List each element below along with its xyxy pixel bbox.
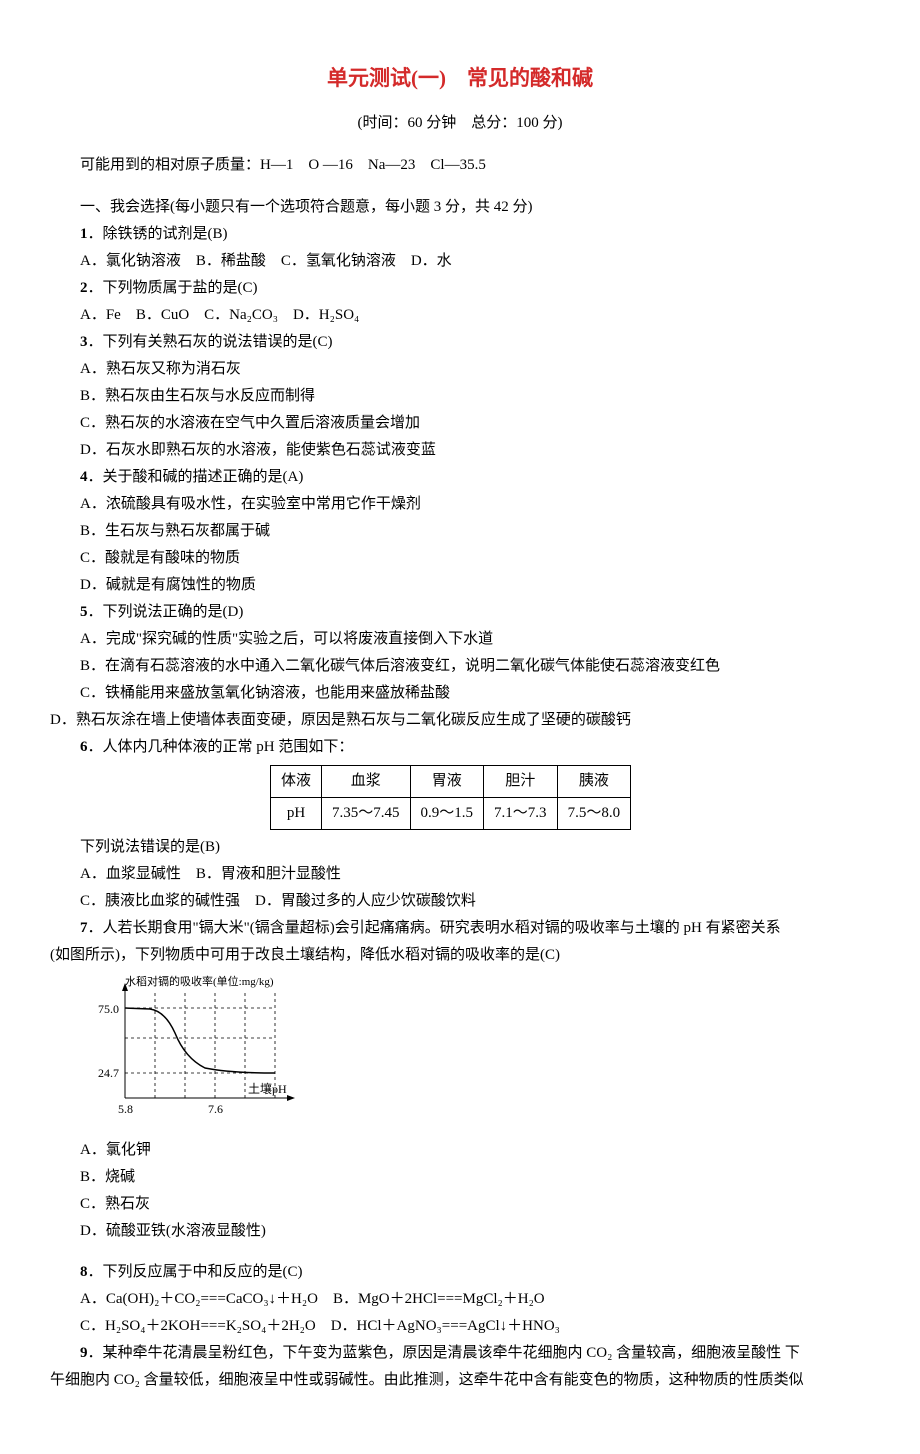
q3-stem: 3．下列有关熟石灰的说法错误的是(C) (50, 329, 870, 356)
th-gastric: 胃液 (410, 765, 484, 797)
table-row: pH 7.35～7.45 0.9～1.5 7.1～7.3 7.5～8.0 (271, 797, 631, 829)
q4-num: 4 (80, 469, 88, 485)
q6-ab: A．血浆显碱性 B．胃液和胆汁显酸性 (50, 861, 870, 888)
q8-stem: 8．下列反应属于中和反应的是(C) (50, 1259, 870, 1286)
atomic-mass-note: 可能用到的相对原子质量：H—1 O —16 Na—23 Cl—35.5 (50, 152, 870, 179)
th-fluid: 体液 (271, 765, 322, 797)
q1-options: A．氯化钠溶液 B．稀盐酸 C．氢氧化钠溶液 D．水 (50, 248, 870, 275)
q2-stem: 2．下列物质属于盐的是(C) (50, 275, 870, 302)
ytick-75: 75.0 (98, 1002, 119, 1016)
q3-c: C．熟石灰的水溶液在空气中久置后溶液质量会增加 (50, 410, 870, 437)
q9-text1: ．某种牵牛花清晨呈粉红色，下午变为蓝紫色，原因是清晨该牵牛花细胞内 CO₂ 含量… (88, 1345, 800, 1361)
q8-ab: A．Ca(OH)₂＋CO₂===CaCO₃↓＋H₂O B．MgO＋2HCl===… (50, 1286, 870, 1313)
q3-text: ．下列有关熟石灰的说法错误的是(C) (88, 334, 333, 350)
q7-d: D．硫酸亚铁(水溶液显酸性) (50, 1218, 870, 1245)
absorption-chart-icon: 水稻对镉的吸收率(单位:mg/kg) 75.0 24.7 5.8 7.6 土壤p… (80, 973, 310, 1123)
q5-text: ．下列说法正确的是(D) (88, 604, 244, 620)
xlabel: 土壤pH (248, 1081, 287, 1096)
q7-a: A．氯化钾 (50, 1137, 870, 1164)
q6-sub: 下列说法错误的是(B) (50, 834, 870, 861)
q8-cd: C．H₂SO₄＋2KOH===K₂SO₄＋2H₂O D．HCl＋AgNO₃===… (50, 1313, 870, 1340)
q8-text: ．下列反应属于中和反应的是(C) (88, 1264, 303, 1280)
q7-b: B．烧碱 (50, 1164, 870, 1191)
q3-d: D．石灰水即熟石灰的水溶液，能使紫色石蕊试液变蓝 (50, 437, 870, 464)
q7-text1: ．人若长期食用"镉大米"(镉含量超标)会引起痛痛病。研究表明水稻对镉的吸收率与土… (88, 920, 781, 936)
q4-stem: 4．关于酸和碱的描述正确的是(A) (50, 464, 870, 491)
q5-b: B．在滴有石蕊溶液的水中通入二氧化碳气体后溶液变红，说明二氧化碳气体能使石蕊溶液… (50, 653, 870, 680)
q4-c: C．酸就是有酸味的物质 (50, 545, 870, 572)
q1-stem: 1．除铁锈的试剂是(B) (50, 221, 870, 248)
q7-stem-line2: (如图所示)，下列物质中可用于改良土壤结构，降低水稻对镉的吸收率的是(C) (50, 942, 870, 969)
td-ph: pH (271, 797, 322, 829)
q5-d: D．熟石灰涂在墙上使墙体表面变硬，原因是熟石灰与二氧化碳反应生成了坚硬的碳酸钙 (50, 707, 870, 734)
q3-b: B．熟石灰由生石灰与水反应而制得 (50, 383, 870, 410)
q8-num: 8 (80, 1264, 88, 1280)
th-pancreatic: 胰液 (557, 765, 631, 797)
q2-text: ．下列物质属于盐的是(C) (88, 280, 258, 296)
q4-text: ．关于酸和碱的描述正确的是(A) (88, 469, 304, 485)
q4-d: D．碱就是有腐蚀性的物质 (50, 572, 870, 599)
td-pancreatic: 7.5～8.0 (557, 797, 631, 829)
q7-chart: 水稻对镉的吸收率(单位:mg/kg) 75.0 24.7 5.8 7.6 土壤p… (80, 973, 870, 1133)
q9-line2: 午细胞内 CO₂ 含量较低，细胞液呈中性或弱碱性。由此推测，这牵牛花中含有能变色… (50, 1367, 870, 1394)
q3-num: 3 (80, 334, 88, 350)
q5-a: A．完成"探究碱的性质"实验之后，可以将废液直接倒入下水道 (50, 626, 870, 653)
q3-a: A．熟石灰又称为消石灰 (50, 356, 870, 383)
q4-a: A．浓硫酸具有吸水性，在实验室中常用它作干燥剂 (50, 491, 870, 518)
q7-c: C．熟石灰 (50, 1191, 870, 1218)
th-bile: 胆汁 (484, 765, 558, 797)
ytick-24-7: 24.7 (98, 1066, 119, 1080)
q1-text: ．除铁锈的试剂是(B) (88, 226, 228, 242)
chart-title: 水稻对镉的吸收率(单位:mg/kg) (125, 974, 274, 988)
q9-line1: 9．某种牵牛花清晨呈粉红色，下午变为蓝紫色，原因是清晨该牵牛花细胞内 CO₂ 含… (50, 1340, 870, 1367)
q6-table: 体液 血浆 胃液 胆汁 胰液 pH 7.35～7.45 0.9～1.5 7.1～… (270, 765, 631, 830)
q6-num: 6 (80, 739, 88, 755)
test-meta: (时间：60 分钟 总分：100 分) (50, 110, 870, 137)
td-bile: 7.1～7.3 (484, 797, 558, 829)
q6-stem: 6．人体内几种体液的正常 pH 范围如下： (50, 734, 870, 761)
q2-num: 2 (80, 280, 88, 296)
th-plasma: 血浆 (322, 765, 411, 797)
section-1-heading: 一、我会选择(每小题只有一个选项符合题意，每小题 3 分，共 42 分) (50, 194, 870, 221)
page-title: 单元测试(一) 常见的酸和碱 (50, 60, 870, 98)
q1-num: 1 (80, 226, 88, 242)
q9-num: 9 (80, 1345, 88, 1361)
q6-cd: C．胰液比血浆的碱性强 D．胃酸过多的人应少饮碳酸饮料 (50, 888, 870, 915)
q5-c: C．铁桶能用来盛放氢氧化钠溶液，也能用来盛放稀盐酸 (50, 680, 870, 707)
q7-num: 7 (80, 920, 88, 936)
xtick-5-8: 5.8 (118, 1102, 133, 1116)
td-gastric: 0.9～1.5 (410, 797, 484, 829)
q4-b: B．生石灰与熟石灰都属于碱 (50, 518, 870, 545)
table-row: 体液 血浆 胃液 胆汁 胰液 (271, 765, 631, 797)
q5-stem: 5．下列说法正确的是(D) (50, 599, 870, 626)
q7-stem-line1: 7．人若长期食用"镉大米"(镉含量超标)会引起痛痛病。研究表明水稻对镉的吸收率与… (50, 915, 870, 942)
q5-num: 5 (80, 604, 88, 620)
td-plasma: 7.35～7.45 (322, 797, 411, 829)
xtick-7-6: 7.6 (208, 1102, 223, 1116)
q2-options: A．Fe B．CuO C．Na₂CO₃ D．H₂SO₄ (50, 302, 870, 329)
q6-text: ．人体内几种体液的正常 pH 范围如下： (88, 739, 354, 755)
